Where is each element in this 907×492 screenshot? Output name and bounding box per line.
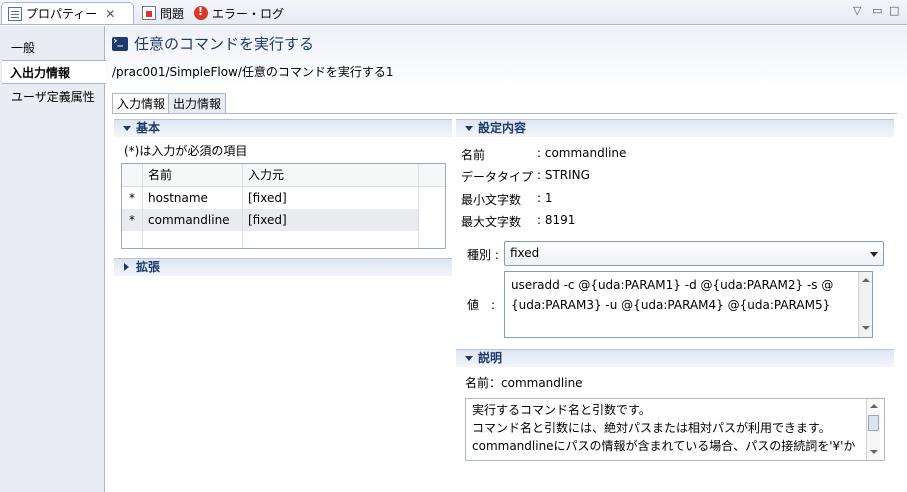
column-divider	[242, 164, 243, 248]
page-title: 任意のコマンドを実行する	[112, 33, 314, 54]
chevron-down-icon	[870, 252, 878, 257]
view-menu-icon[interactable]: ▽	[853, 4, 861, 17]
row-name: commandline	[148, 213, 230, 227]
kind-select[interactable]: fixed	[504, 241, 884, 266]
view-tab-bar: プロパティー ✕ 問題 エラー・ログ ▽ ▭ □	[0, 0, 907, 25]
left-tab-general[interactable]: 一般	[3, 36, 105, 60]
field-value-name: : commandline	[537, 146, 627, 160]
table-row[interactable]: * hostname [fixed]	[122, 187, 445, 209]
field-label-min-length: 最小文字数	[461, 193, 522, 207]
description-text: 実行するコマンド名と引数です。 コマンド名と引数には、絶対パスまたは相対パスが利…	[465, 398, 885, 461]
section-basic[interactable]: 基本	[114, 119, 452, 137]
column-divider	[142, 164, 143, 248]
input-table: 名前 入力元 * hostname [fixed] * commandline …	[121, 163, 446, 249]
problems-icon	[142, 6, 156, 20]
required-note: (*)は入力が必須の項目	[124, 144, 248, 158]
column-header-name[interactable]: 名前	[144, 164, 172, 186]
description-line: コマンド名と引数には、絶対パスまたは相対パスが利用できます。	[472, 421, 831, 435]
section-extension-title: 拡張	[136, 260, 161, 274]
error-log-icon	[194, 5, 208, 20]
tab-properties-label: プロパティー	[26, 7, 98, 21]
tab-divider	[112, 113, 897, 114]
field-value-max-length: : 8191	[537, 213, 576, 227]
maximize-icon[interactable]: □	[889, 4, 899, 17]
scroll-thumb[interactable]	[868, 415, 879, 431]
section-description[interactable]: 説明	[456, 349, 894, 367]
section-description-title: 説明	[478, 351, 503, 365]
required-mark: *	[129, 213, 135, 227]
field-value-datatype: : STRING	[537, 168, 590, 182]
value-line: {uda:PARAM3} -u @{uda:PARAM4} @{uda:PARA…	[511, 298, 831, 312]
tab-properties[interactable]: プロパティー ✕	[1, 2, 134, 24]
scroll-up-icon[interactable]	[870, 404, 878, 408]
kind-select-value: fixed	[510, 246, 540, 260]
row-source: [fixed]	[248, 191, 287, 205]
table-row[interactable]: * commandline [fixed]	[122, 209, 418, 231]
scroll-down-icon[interactable]	[862, 326, 870, 330]
command-icon	[112, 34, 128, 51]
tab-error-log-label: エラー・ログ	[212, 6, 285, 21]
minimize-icon[interactable]: ▭	[872, 4, 882, 17]
left-tab-user-attributes[interactable]: ユーザ定義属性	[3, 85, 105, 109]
collapse-icon	[465, 126, 473, 131]
tab-problems[interactable]: 問題	[136, 2, 190, 24]
tab-input-info[interactable]: 入力情報	[112, 93, 171, 114]
description-scrollbar[interactable]	[866, 399, 880, 460]
close-icon[interactable]: ✕	[105, 7, 115, 21]
value-textarea[interactable]: useradd -c @{uda:PARAM1} -d @{uda:PARAM2…	[504, 271, 873, 338]
left-tab-io-info[interactable]: 入出力情報	[2, 60, 106, 84]
field-value-min-length: : 1	[537, 191, 553, 205]
column-header-source[interactable]: 入力元	[244, 164, 284, 186]
description-name: 名前：commandline	[465, 376, 583, 390]
section-settings[interactable]: 設定内容	[456, 119, 894, 137]
expand-icon	[124, 263, 129, 271]
element-path: /prac001/SimpleFlow/任意のコマンドを実行する1	[112, 65, 394, 79]
property-tab-list: 一般 入出力情報 ユーザ定義属性	[0, 26, 106, 492]
field-label-max-length: 最大文字数	[461, 215, 522, 229]
value-line: useradd -c @{uda:PARAM1} -d @{uda:PARAM2…	[511, 278, 834, 292]
field-label-name: 名前	[461, 148, 486, 162]
collapse-icon	[123, 126, 131, 131]
section-extension[interactable]: 拡張	[114, 258, 452, 276]
column-divider	[418, 164, 419, 248]
tab-output-info[interactable]: 出力情報	[168, 93, 227, 114]
scroll-up-icon[interactable]	[862, 278, 870, 282]
value-label: 値 :	[467, 298, 496, 312]
tab-problems-label: 問題	[160, 6, 185, 21]
page-title-text: 任意のコマンドを実行する	[134, 35, 315, 53]
tab-error-log[interactable]: エラー・ログ	[188, 2, 290, 24]
table-header: 名前 入力元	[122, 164, 445, 187]
required-mark: *	[129, 191, 135, 205]
value-scrollbar[interactable]	[858, 272, 872, 337]
description-line: commandlineにパスの情報が含まれている場合、パスの接続詞を'¥'か	[472, 439, 856, 453]
section-basic-title: 基本	[136, 121, 161, 135]
section-settings-title: 設定内容	[478, 121, 527, 135]
row-source: [fixed]	[248, 213, 287, 227]
field-label-datatype: データタイプ	[461, 170, 534, 184]
scroll-down-icon[interactable]	[870, 450, 878, 454]
kind-label: 種別 :	[467, 248, 499, 262]
properties-icon	[8, 6, 22, 21]
collapse-icon	[465, 356, 473, 361]
description-line: 実行するコマンド名と引数です。	[472, 403, 651, 417]
row-name: hostname	[148, 191, 208, 205]
